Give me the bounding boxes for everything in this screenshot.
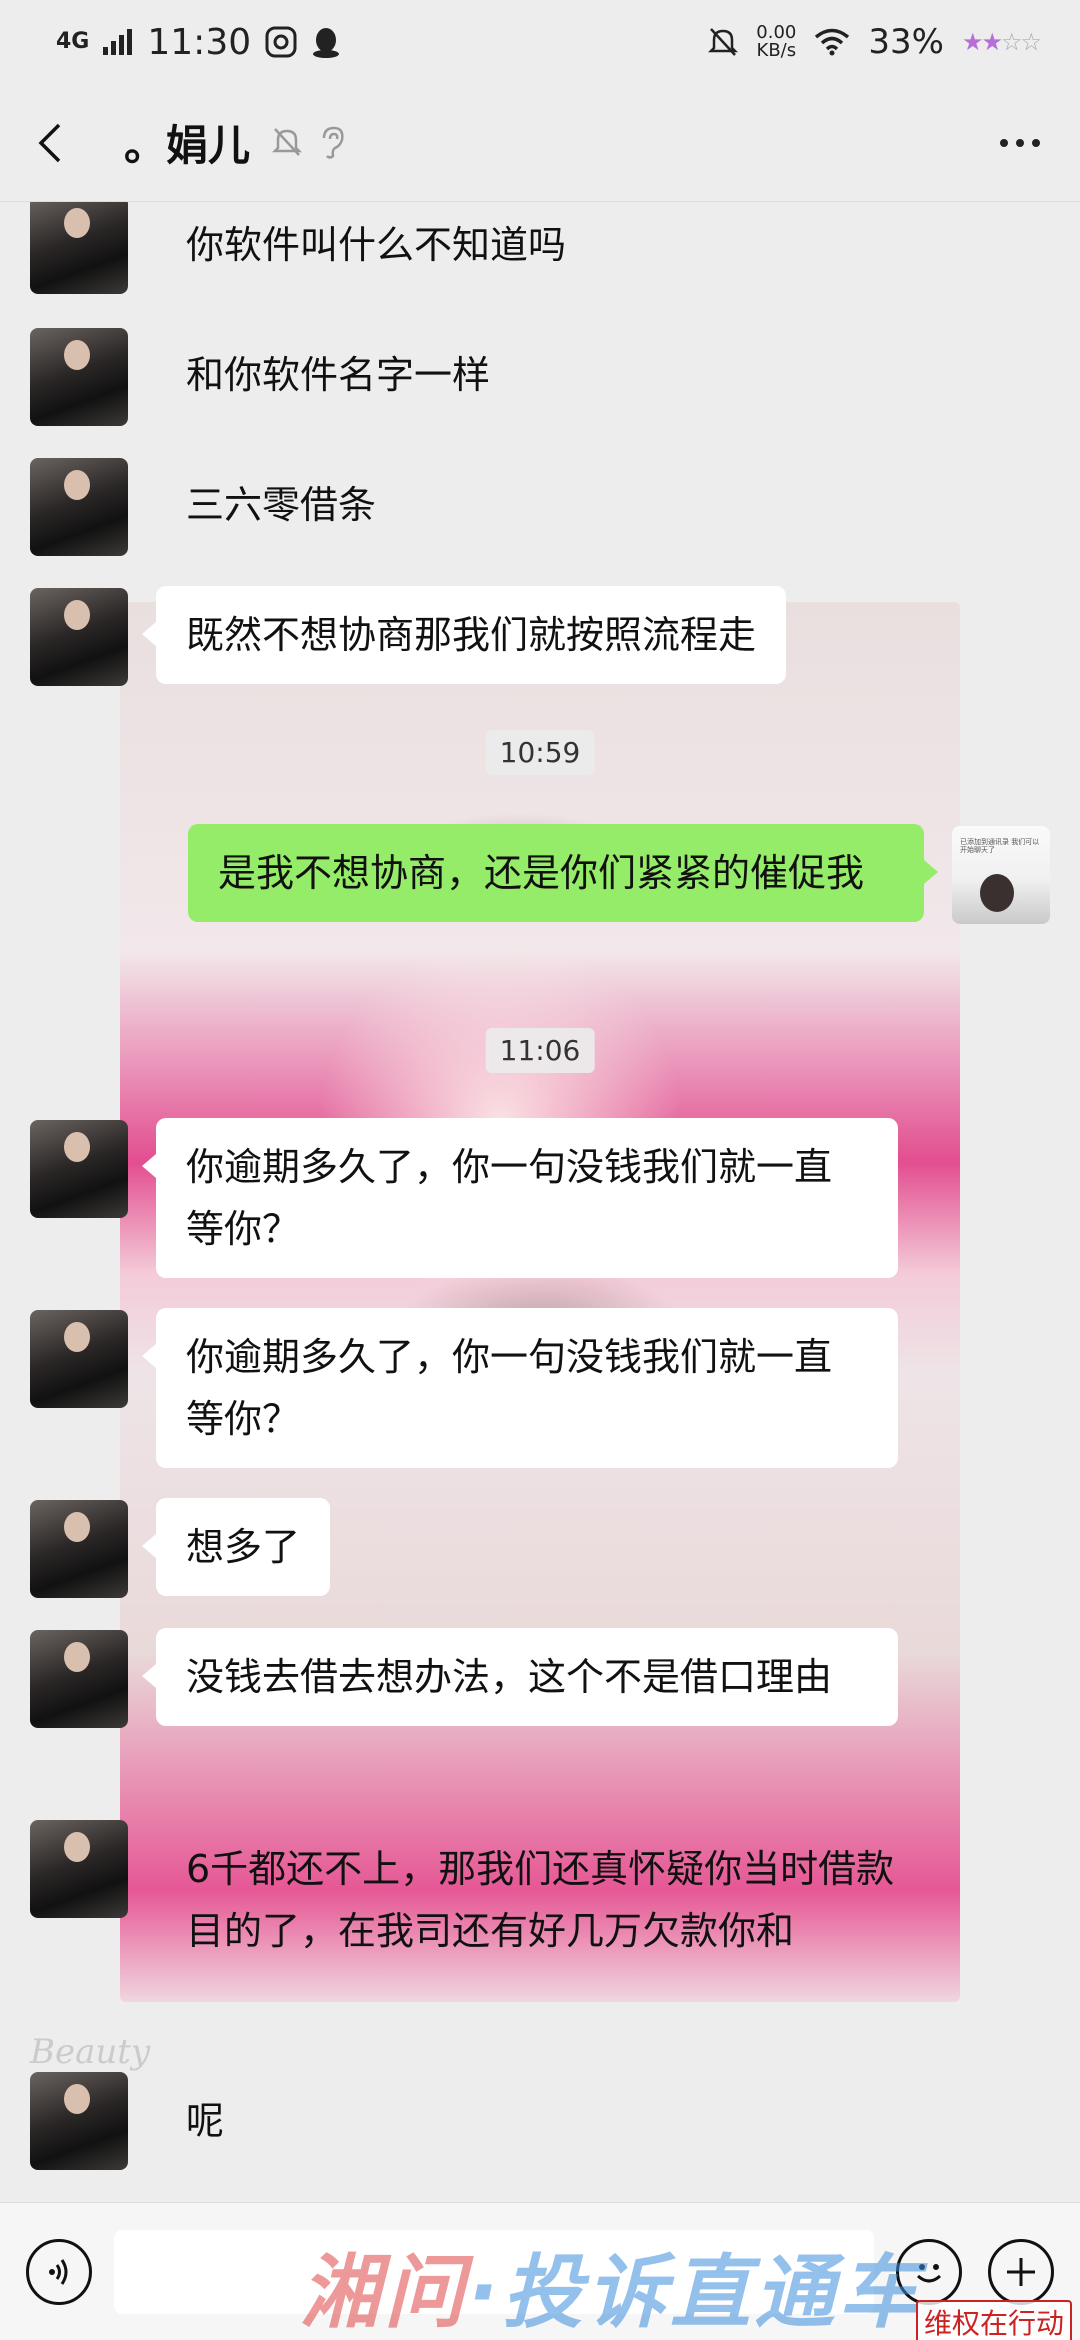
message-text: 6千都还不上，那我们还真怀疑你当时借款目的了，在我司还有好几万欠款你和 [186,1847,895,1953]
my-avatar[interactable]: 已添加到通讯录 我们可以开始聊天了 [952,826,1050,924]
plus-icon [1007,2257,1035,2286]
more-functions-button[interactable] [988,2238,1054,2305]
more-options-button[interactable] [990,129,1050,157]
message-input[interactable] [114,2229,874,2314]
contact-avatar[interactable] [30,1820,128,1918]
network-speed: 0.00 KB/s [756,22,797,61]
wifi-icon [815,28,850,56]
voice-icon [49,2258,68,2285]
contact-avatar[interactable] [30,328,128,426]
qq-icon [313,28,340,58]
contact-avatar[interactable] [30,202,128,294]
chat-header: 。娟儿 [0,84,1080,202]
timestamp: 10:59 [485,730,595,775]
message-text: 你软件叫什么不知道吗 [186,223,567,267]
signature-watermark: Beauty [30,2032,151,2072]
voice-button[interactable] [26,2238,92,2305]
incoming-message-bubble[interactable]: 你逾期多久了，你一句没钱我们就一直等你？ [142,1308,898,1468]
clock: 11:30 [147,21,252,63]
bell-off-icon [708,28,739,56]
message-text: 三六零借条 [186,483,377,527]
mute-icon [272,127,303,156]
incoming-message-bubble[interactable]: 你逾期多久了，你一句没钱我们就一直等你？ [142,1118,898,1278]
message-text: 和你软件名字一样 [186,353,491,397]
incoming-message-bubble[interactable]: 既然不想协商那我们就按照流程走 [141,586,787,684]
battery-level: 33% [868,22,944,62]
chat-title[interactable]: 。娟儿 [124,112,250,173]
contact-avatar[interactable] [30,458,128,556]
app-notification-icon [265,26,297,58]
back-button[interactable] [30,123,70,163]
incoming-message-bubble[interactable]: 没钱去借去想办法，这个不是借口理由 [142,1628,898,1726]
emoji-icon [916,2263,942,2282]
chevron-left-icon [38,123,61,162]
contact-avatar[interactable] [30,1500,128,1598]
contact-avatar[interactable] [30,1120,128,1218]
status-bar: 4G 11:30 0.00 KB/s 33% ★★☆☆ [0,0,1080,84]
background-photo [120,602,960,2002]
emoji-button[interactable] [896,2238,962,2305]
more-dots-icon [1000,138,1008,147]
chat-message-list[interactable]: 你软件叫什么不知道吗 和你软件名字一样 三六零借条 既然不想协商那我们就按照流程… [0,202,1080,2202]
message-text: 呢 [186,2099,225,2143]
outgoing-message-bubble[interactable]: 是我不想协商，还是你们紧紧的催促我 [188,824,938,922]
incoming-message-bubble[interactable]: 想多了 [141,1498,331,1596]
corner-stamp: 维权在行动 [915,2300,1072,2340]
timestamp: 11:06 [485,1028,595,1073]
earpiece-icon [322,126,344,159]
signal-icon [103,29,133,55]
contact-avatar[interactable] [30,2072,128,2170]
contact-avatar[interactable] [30,588,128,686]
contact-avatar[interactable] [30,1310,128,1408]
network-indicator: 4G [56,29,90,54]
avatar-caption: 已添加到通讯录 我们可以开始聊天了 [960,838,1040,854]
battery-star-icon: ★★☆☆ [961,28,1042,56]
contact-avatar[interactable] [30,1630,128,1728]
